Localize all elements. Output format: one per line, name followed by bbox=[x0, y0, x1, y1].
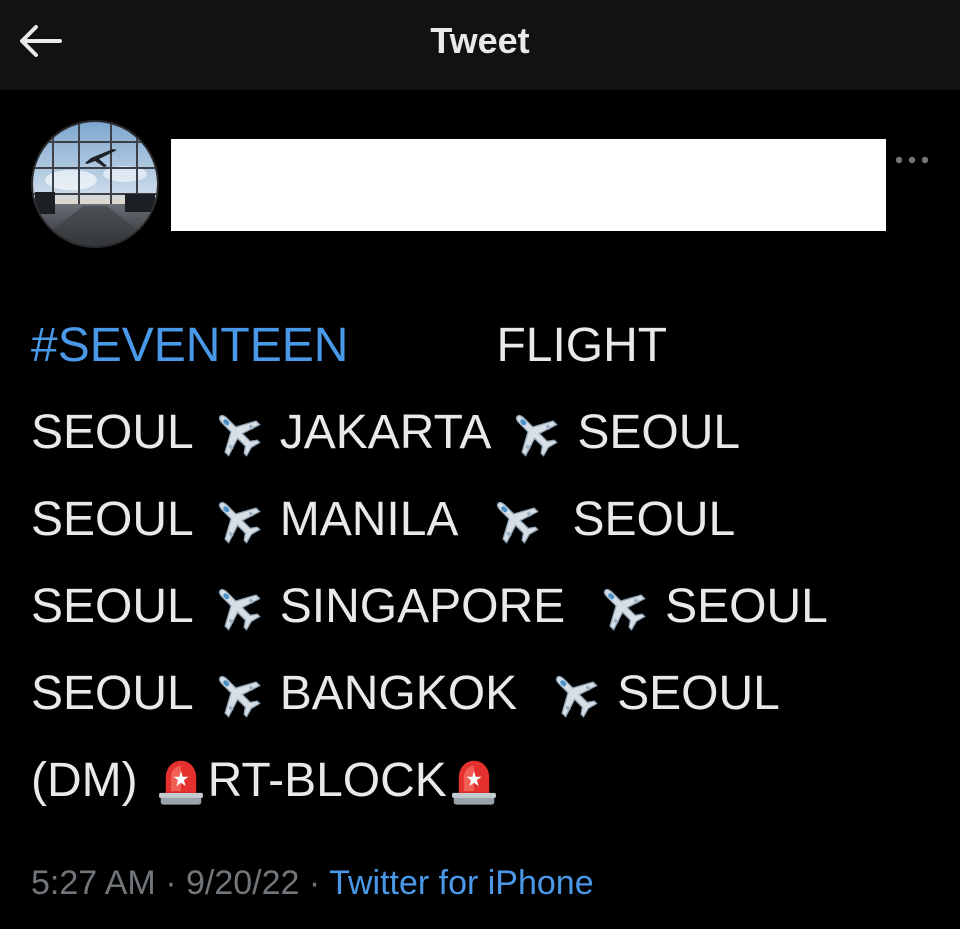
airport-window-avatar-image bbox=[33, 122, 157, 246]
route-line: SEOUL SINGAPORE SEOUL bbox=[31, 563, 941, 650]
airplane-emoji-icon bbox=[210, 406, 264, 460]
airplane-emoji-icon bbox=[210, 493, 264, 547]
tweet-line-heading: #SEVENTEEN FLIGHT bbox=[31, 302, 941, 389]
route-destination: JAKARTA bbox=[279, 405, 492, 459]
tweet-heading: FLIGHT bbox=[496, 318, 668, 372]
tweet-source-link[interactable]: Twitter for iPhone bbox=[329, 864, 594, 902]
police-light-emoji-icon bbox=[447, 754, 501, 808]
route-line: SEOUL JAKARTA SEOUL bbox=[31, 389, 941, 476]
route-destination: MANILA bbox=[279, 492, 459, 546]
route-line: SEOUL BANGKOK SEOUL bbox=[31, 650, 941, 737]
airplane-emoji-icon bbox=[507, 406, 561, 460]
airplane-emoji-icon bbox=[595, 580, 649, 634]
tweet-date: 9/20/22 bbox=[185, 864, 300, 902]
route-line: SEOUL MANILA SEOUL bbox=[31, 476, 941, 563]
rt-block-label: RT-BLOCK bbox=[207, 753, 447, 807]
police-light-emoji-icon bbox=[154, 754, 208, 808]
airplane-emoji-icon bbox=[210, 580, 264, 634]
route-destination: SINGAPORE bbox=[279, 579, 566, 633]
airplane-emoji-icon bbox=[488, 493, 542, 547]
tweet-metadata: 5:27 AM · 9/20/22 · Twitter for iPhone bbox=[31, 858, 594, 908]
airplane-emoji-icon bbox=[547, 667, 601, 721]
separator-dot: · bbox=[165, 864, 177, 902]
tweet-text: #SEVENTEEN FLIGHT SEOUL JAKARTA SEOUL SE… bbox=[31, 302, 941, 824]
route-return: SEOUL bbox=[617, 666, 780, 720]
top-navigation-bar: Tweet bbox=[0, 0, 960, 90]
separator-dot: · bbox=[308, 864, 321, 902]
route-origin: SEOUL bbox=[31, 405, 194, 459]
page-title: Tweet bbox=[430, 20, 530, 61]
airplane-emoji-icon bbox=[210, 667, 264, 721]
hashtag-link[interactable]: #SEVENTEEN bbox=[31, 314, 348, 378]
route-return: SEOUL bbox=[665, 579, 828, 633]
route-return: SEOUL bbox=[577, 405, 741, 459]
dm-label: (DM) bbox=[31, 753, 138, 807]
route-origin: SEOUL bbox=[31, 579, 194, 633]
route-destination: BANGKOK bbox=[279, 666, 518, 720]
author-name-redaction bbox=[171, 139, 886, 231]
ellipsis-icon bbox=[895, 156, 929, 164]
route-return: SEOUL bbox=[572, 492, 736, 546]
route-origin: SEOUL bbox=[31, 492, 194, 546]
author-avatar[interactable] bbox=[31, 120, 159, 248]
route-origin: SEOUL bbox=[31, 666, 194, 720]
more-options-button[interactable] bbox=[892, 146, 932, 174]
tweet-time: 5:27 AM bbox=[31, 864, 156, 902]
tweet-line-dm: (DM) RT-BLOCK bbox=[31, 737, 941, 824]
